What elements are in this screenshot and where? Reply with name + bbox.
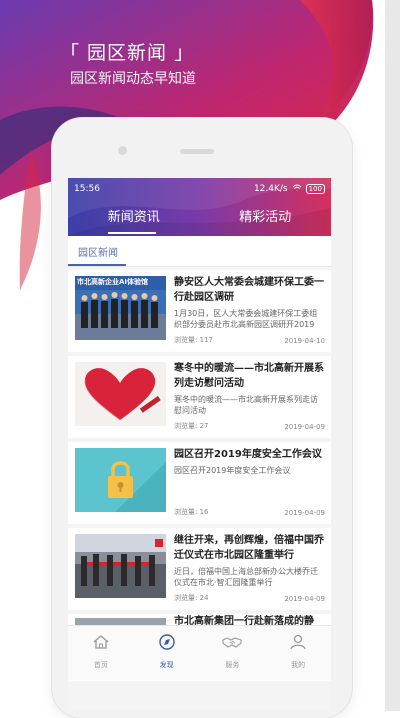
news-date: 2019-04-09 <box>284 423 325 431</box>
news-views: 浏览量: 16 <box>174 508 209 516</box>
nav-discover[interactable]: 发现 <box>134 626 200 681</box>
nav-mine[interactable]: 我的 <box>265 626 331 681</box>
phone-camera <box>118 146 127 155</box>
nav-discover-label: 发现 <box>159 661 174 669</box>
network-speed: 12.4K/s <box>253 184 288 194</box>
status-bar: 15:56 12.4K/s 100 <box>74 182 325 196</box>
news-summary: 近日，倍福中国上海总部新办公大楼乔迁仪式在市北·智汇园隆重举行 <box>174 567 318 587</box>
news-title: 寒冬中的暖流——市北高新开展系列走访慰问活动 <box>174 363 324 389</box>
subtab-park-news[interactable]: 园区新闻 <box>78 244 118 259</box>
user-icon <box>290 634 306 650</box>
news-views: 浏览量: 24 <box>174 594 209 602</box>
wifi-icon <box>292 184 302 195</box>
news-item[interactable]: 寒冬中的暖流——市北高新开展系列走访慰问活动 寒冬中的暖流——市北高新开展系列走… <box>68 356 331 438</box>
active-tab-indicator <box>108 232 156 234</box>
battery-icon: 100 <box>305 184 325 194</box>
sub-tab-bar: 园区新闻 <box>68 236 331 267</box>
news-date: 2019-04-10 <box>284 337 325 345</box>
news-title: 继往开来，再创辉煌，倍福中国乔迁仪式在市北园区隆重举行 <box>174 535 324 561</box>
news-thumbnail <box>75 534 166 598</box>
news-item[interactable]: 园区召开2019年度安全工作会议 园区召开2019年度安全工作会议 浏览量: 1… <box>68 442 331 524</box>
promo-subtitle: 园区新闻动态早知道 <box>70 71 196 87</box>
phone-speaker <box>180 149 214 154</box>
news-thumbnail: 市北高新企业AI体验馆 <box>75 276 166 340</box>
news-title: 静安区人大常委会城建环保工委一行赴园区调研 <box>174 277 324 303</box>
status-time: 15:56 <box>74 184 100 194</box>
app-screen: 15:56 12.4K/s 100 新闻资讯 精彩活动 园区新闻 市北高新企业A… <box>68 178 331 711</box>
news-thumbnail <box>75 362 166 426</box>
news-thumbnail <box>75 448 166 512</box>
nav-home-label: 首页 <box>93 661 108 669</box>
news-summary: 1月30日，区人大常委会城建环保工委组织部分委员赴市北高新园区调研开2019 <box>174 309 318 329</box>
nav-service[interactable]: 服务 <box>200 626 266 681</box>
top-tabs: 新闻资讯 精彩活动 <box>68 206 331 230</box>
news-summary: 寒冬中的暖流——市北高新开展系列走访慰问活动 <box>174 395 318 415</box>
bottom-navigation: 首页 发现 服务 我的 <box>68 625 331 681</box>
subtab-indicator <box>68 264 126 266</box>
news-item[interactable]: 继往开来，再创辉煌，倍福中国乔迁仪式在市北园区隆重举行 近日，倍福中国上海总部新… <box>68 528 331 610</box>
news-views: 浏览量: 117 <box>174 336 213 344</box>
news-date: 2019-04-09 <box>284 595 325 603</box>
app-header: 15:56 12.4K/s 100 新闻资讯 精彩活动 <box>68 178 331 236</box>
news-summary: 园区召开2019年度安全工作会议 <box>174 466 291 475</box>
tab-news[interactable]: 新闻资讯 <box>68 206 200 230</box>
handshake-icon <box>222 637 242 648</box>
nav-home[interactable]: 首页 <box>68 626 134 681</box>
compass-icon <box>158 634 175 650</box>
tab-activities[interactable]: 精彩活动 <box>200 206 332 230</box>
news-title: 园区召开2019年度安全工作会议 <box>174 449 322 460</box>
thumbnail-caption: 市北高新企业AI体验馆 <box>77 278 149 286</box>
news-date: 2019-04-09 <box>284 509 325 517</box>
nav-service-label: 服务 <box>225 661 240 669</box>
news-views: 浏览量: 27 <box>174 422 209 430</box>
news-item[interactable]: 市北高新企业AI体验馆 静安区人大常委会城建环保工委一行赴园区调研 1月30日，… <box>68 270 331 352</box>
home-icon <box>93 635 109 649</box>
nav-mine-label: 我的 <box>291 661 306 669</box>
promo-title: 「 园区新闻 」 <box>60 42 195 64</box>
